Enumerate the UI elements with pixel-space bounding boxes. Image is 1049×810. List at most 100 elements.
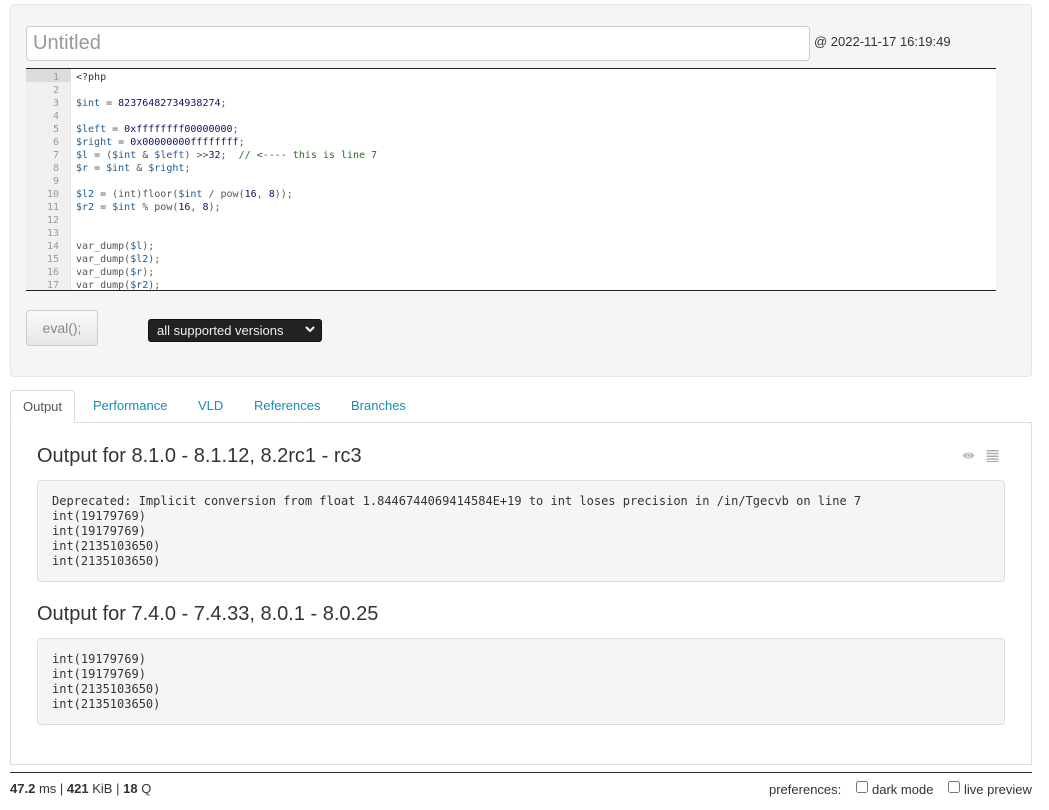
code-line: 16 var_dump($r); [26,266,996,279]
output-line: Deprecated: Implicit conversion from flo… [52,494,862,508]
code-token: var_dump( [76,241,131,252]
separator: | [116,781,120,796]
eval-button[interactable]: eval(); [26,310,98,346]
line-number: 9 [52,176,59,187]
code-token: var_dump( [76,254,131,265]
eye-icon[interactable] [962,449,975,462]
code-line: 13 [26,227,996,240]
code-line: 1 <?php [26,71,996,84]
code-line: 15 var_dump($l2); [26,253,996,266]
code-editor[interactable]: 1 <?php 2 3 $int = 82376482734938274; 4 5 $left… [26,68,996,291]
code-line: 5 $left = 0xffffffff00000000; [26,123,996,136]
code-token: $left [154,150,185,161]
code-token: ); [208,202,221,213]
code-token: , [256,189,269,200]
live-preview-checkbox[interactable] [948,781,960,793]
code-token: ); [148,280,161,291]
output-heading: Output for 8.1.0 - 8.1.12, 8.2rc1 - rc3 [37,445,362,467]
code-token: = (int)floor( [94,189,179,200]
line-number: 3 [52,98,59,109]
code-token: $l2 [130,254,149,265]
timestamp: @ 2022-11-17 16:19:49 [814,34,951,49]
line-number: 15 [46,254,59,265]
code-text: var_dump($l2); [76,253,160,266]
time-value: 47.2 [10,781,36,796]
output-line: int(2135103650) [52,539,161,553]
code-token: )); [274,189,293,200]
code-line: 2 [26,84,996,97]
list-icon[interactable] [986,449,999,462]
output-line: int(19179769) [52,509,146,523]
memory-unit: KiB [92,781,113,796]
code-token: = [94,202,113,213]
code-line: 7 $l = ($int & $left) >>32; // <---- this… [26,149,996,162]
preferences-label: preferences: [769,782,842,797]
code-token: ); [142,267,155,278]
code-token: $l [130,241,143,252]
code-line: 14 var_dump($l); [26,240,996,253]
code-line: 17 var_dump($r2); [26,279,996,291]
code-token: ; [220,150,239,161]
version-select[interactable]: all supported versions [148,319,322,342]
tab-output[interactable]: Output [10,390,75,423]
code-token: $r2 [130,280,149,291]
code-token: // <---- this is line 7 [238,150,378,161]
code-token: $l2 [76,189,95,200]
code-text: var_dump($r2); [76,279,161,291]
tab-vld[interactable]: VLD [198,390,223,423]
code-text: $l = ($int & $left) >>32; // <---- this … [76,149,377,162]
code-token: ); [142,241,155,252]
code-line: 3 $int = 82376482734938274; [26,97,996,110]
code-token: & [136,150,155,161]
time-unit: ms [38,781,57,796]
code-token: 16 [178,202,191,213]
separator: | [59,781,64,796]
output-box: Deprecated: Implicit conversion from flo… [37,480,1005,582]
code-token: ; [238,137,245,148]
code-text: $r = $int & $right; [76,162,190,175]
code-token: <?php [76,72,107,83]
code-token: = ( [88,150,113,161]
code-line: 11 $r2 = $int % pow(16, 8); [26,201,996,214]
code-token: $int [112,150,137,161]
line-number: 11 [46,202,59,213]
code-token: & [130,163,149,174]
code-token: ; [232,124,239,135]
dark-mode-checkbox[interactable] [856,781,868,793]
code-text: $int = 82376482734938274; [76,97,227,110]
tab-performance[interactable]: Performance [93,390,167,423]
line-number: 1 [52,72,59,83]
code-text: var_dump($l); [76,240,154,253]
output-box: int(19179769) int(19179769) int(21351036… [37,638,1005,725]
line-number: 5 [52,124,59,135]
dark-mode-label[interactable]: dark mode [872,782,933,797]
tab-branches[interactable]: Branches [351,390,406,423]
code-token: $left [76,124,107,135]
code-token: $int [178,189,203,200]
code-token: $r [130,267,143,278]
code-text: $left = 0xffffffff00000000; [76,123,239,136]
output-line: int(2135103650) [52,697,161,711]
queries-value: 18 [123,781,138,796]
output-line: int(19179769) [52,667,146,681]
line-number: 7 [52,150,59,161]
title-input[interactable] [26,26,810,61]
tab-references[interactable]: References [254,390,320,423]
code-token: = [112,137,131,148]
code-token: 32 [208,150,221,161]
version-select-value: all supported versions [157,323,284,338]
code-token: ) >> [184,150,209,161]
code-token: $int [76,98,101,109]
code-line: 12 [26,214,996,227]
code-token: % pow( [136,202,179,213]
code-token: = [106,124,125,135]
chevron-down-icon [305,326,315,333]
output-panel: Output for 8.1.0 - 8.1.12, 8.2rc1 - rc3 … [10,422,1032,765]
code-token: / pow( [202,189,245,200]
live-preview-label[interactable]: live preview [964,782,1032,797]
line-number: 16 [46,267,59,278]
output-line: int(19179769) [52,652,146,666]
line-number: 17 [46,280,59,291]
code-token: 82376482734938274 [118,98,221,109]
line-number: 14 [46,241,59,252]
